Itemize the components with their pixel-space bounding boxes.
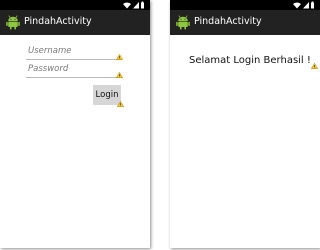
success-message-text: Selamat Login Berhasil ! xyxy=(189,55,311,66)
username-field xyxy=(26,44,123,60)
action-bar: PindahActivity xyxy=(0,10,150,35)
battery-icon xyxy=(141,1,144,9)
lint-warning-icon xyxy=(116,54,123,60)
login-button-label: Login xyxy=(95,90,119,100)
status-icons xyxy=(122,1,146,9)
wifi-icon xyxy=(293,2,301,9)
password-field xyxy=(26,62,123,78)
signal-icon xyxy=(303,2,309,9)
login-screen: PindahActivity Login xyxy=(0,0,150,248)
status-bar xyxy=(170,0,320,10)
android-icon xyxy=(6,15,20,30)
username-input[interactable] xyxy=(26,44,116,58)
success-screen: PindahActivity Selamat Login Berhasil ! xyxy=(170,0,320,248)
wifi-icon xyxy=(123,2,131,9)
signal-icon xyxy=(133,2,139,9)
password-input[interactable] xyxy=(26,62,116,76)
action-bar: PindahActivity xyxy=(170,10,320,35)
app-title: PindahActivity xyxy=(24,16,92,27)
battery-icon xyxy=(311,1,314,9)
lint-warning-icon xyxy=(117,101,124,107)
app-title: PindahActivity xyxy=(194,16,262,27)
success-message: Selamat Login Berhasil ! xyxy=(189,55,318,69)
status-icons xyxy=(292,1,316,9)
lint-warning-icon xyxy=(310,63,318,69)
status-bar xyxy=(0,0,150,10)
android-icon xyxy=(176,15,190,30)
lint-warning-icon xyxy=(116,72,123,78)
login-button[interactable]: Login xyxy=(93,85,124,107)
